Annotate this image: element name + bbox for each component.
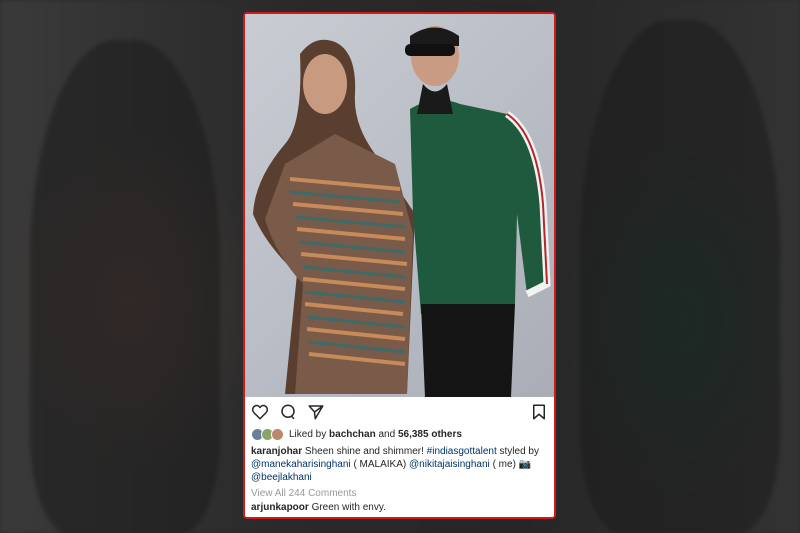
- caption-hashtag[interactable]: #indiasgottalent: [427, 446, 497, 457]
- post-actions-bar: [245, 401, 554, 423]
- photo-illustration: [253, 26, 551, 397]
- caption-mention-note: ( MALAIKA): [353, 459, 407, 470]
- heart-icon[interactable]: [251, 403, 269, 421]
- caption-mention[interactable]: @nikitajaisinghani: [409, 459, 490, 470]
- liker-username[interactable]: bachchan: [329, 429, 376, 440]
- avatar[interactable]: [271, 428, 284, 441]
- comment-row: arjunkapoor Green with envy.: [251, 502, 386, 513]
- instagram-post-card: Liked by bachchan and 56,385 others kara…: [243, 12, 556, 519]
- background-figure-left: [30, 40, 220, 533]
- likes-prefix: Liked by: [289, 429, 327, 440]
- post-caption: karanjohar Sheen shine and shimmer! #ind…: [251, 445, 549, 484]
- caption-mention[interactable]: @beejlakhani: [251, 472, 312, 483]
- comment-author[interactable]: arjunkapoor: [251, 502, 309, 513]
- caption-author[interactable]: karanjohar: [251, 446, 302, 457]
- likes-row: Liked by bachchan and 56,385 others: [251, 428, 462, 441]
- background-figure-right: [580, 20, 780, 533]
- caption-text: Sheen shine and shimmer!: [304, 446, 424, 457]
- comment-text: Green with envy.: [311, 502, 386, 513]
- post-photo[interactable]: [245, 14, 554, 397]
- camera-emoji: 📷: [518, 459, 532, 470]
- caption-mention-note: ( me): [492, 459, 516, 470]
- comment-icon[interactable]: [279, 403, 297, 421]
- view-all-comments-link[interactable]: View All 244 Comments: [251, 488, 356, 499]
- caption-styled-by: styled by: [499, 446, 539, 457]
- likes-count[interactable]: 56,385 others: [398, 429, 462, 440]
- caption-mention[interactable]: @manekaharisinghani: [251, 459, 351, 470]
- liker-avatars[interactable]: [251, 428, 284, 441]
- bookmark-icon[interactable]: [530, 403, 548, 421]
- share-icon[interactable]: [307, 403, 325, 421]
- likes-joiner: and: [378, 429, 396, 440]
